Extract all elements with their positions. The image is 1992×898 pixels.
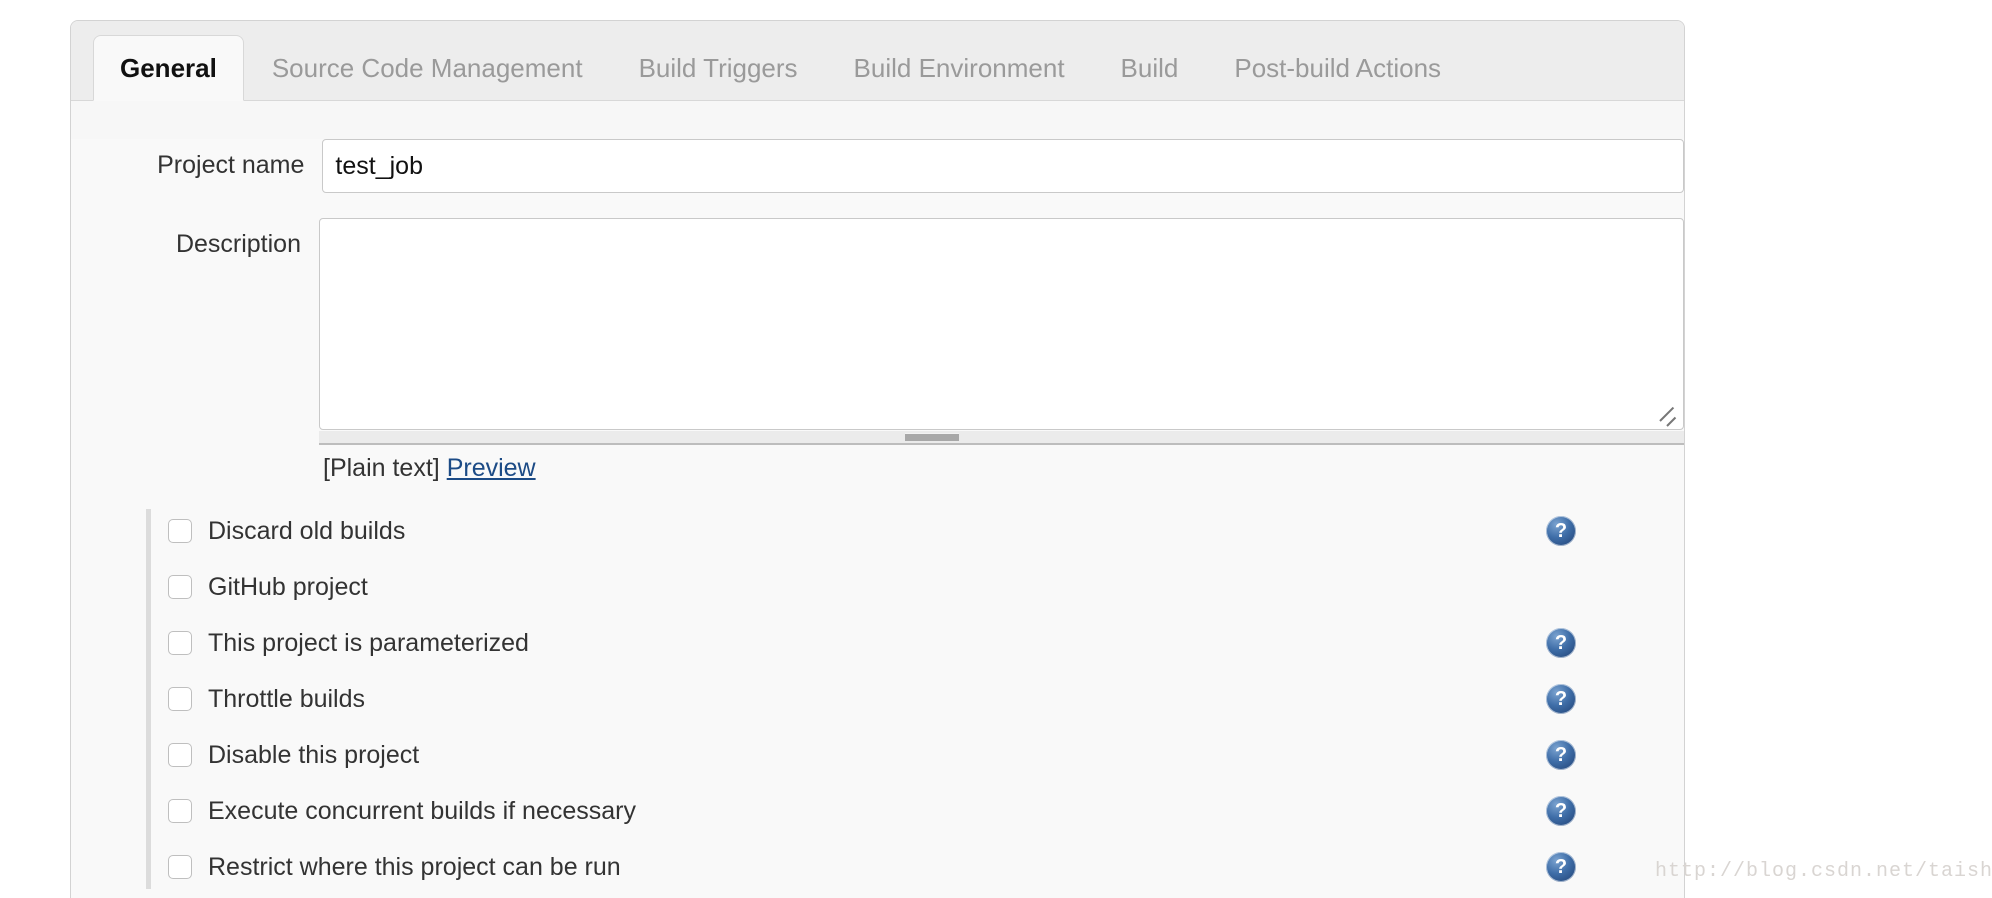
- tab-build-environment[interactable]: Build Environment: [826, 36, 1093, 100]
- checkbox-restrict-where-project-can-be-run[interactable]: [168, 855, 192, 879]
- description-row: Description: [71, 218, 1684, 445]
- tab-build[interactable]: Build: [1093, 36, 1207, 100]
- preview-link[interactable]: Preview: [447, 454, 536, 482]
- option-throttle-builds[interactable]: Throttle builds: [151, 677, 1686, 721]
- scrollbar-thumb[interactable]: [905, 433, 959, 441]
- plain-text-label: [Plain text]: [323, 454, 440, 482]
- checkbox-github-project[interactable]: [168, 575, 192, 599]
- option-label[interactable]: Throttle builds: [208, 685, 365, 714]
- general-tab-panel: Project name Description: [71, 139, 1684, 898]
- project-name-label: Project name: [157, 151, 305, 179]
- description-markup-line: [Plain text] Preview: [323, 454, 1684, 483]
- option-this-project-is-parameterized[interactable]: This project is parameterized: [151, 621, 1686, 665]
- tab-source-code-management[interactable]: Source Code Management: [244, 36, 611, 100]
- watermark-text: http://blog.csdn.net/taishanduba: [1655, 860, 1992, 883]
- help-icon[interactable]: [1546, 628, 1576, 658]
- option-github-project[interactable]: GitHub project: [151, 565, 1686, 609]
- checkbox-this-project-is-parameterized[interactable]: [168, 631, 192, 655]
- help-icon[interactable]: [1546, 684, 1576, 714]
- option-discard-old-builds[interactable]: Discard old builds: [151, 509, 1686, 553]
- description-textarea[interactable]: [319, 218, 1684, 430]
- tab-post-build-actions[interactable]: Post-build Actions: [1206, 36, 1469, 100]
- project-name-row: Project name: [71, 139, 1684, 193]
- option-label[interactable]: Disable this project: [208, 741, 419, 770]
- help-icon[interactable]: [1546, 852, 1576, 882]
- option-label[interactable]: This project is parameterized: [208, 629, 529, 658]
- project-name-input[interactable]: [322, 139, 1684, 193]
- description-label: Description: [175, 230, 301, 258]
- checkbox-throttle-builds[interactable]: [168, 687, 192, 711]
- option-label[interactable]: Restrict where this project can be run: [208, 853, 621, 882]
- option-execute-concurrent-builds[interactable]: Execute concurrent builds if necessary: [151, 789, 1686, 833]
- option-disable-this-project[interactable]: Disable this project: [151, 733, 1686, 777]
- config-tab-bar: General Source Code Management Build Tri…: [71, 21, 1684, 101]
- description-textarea-wrap: [319, 218, 1684, 445]
- option-label[interactable]: GitHub project: [208, 573, 368, 602]
- checkbox-discard-old-builds[interactable]: [168, 519, 192, 543]
- resize-grip-icon[interactable]: [1659, 406, 1679, 427]
- screenshot-root: General Source Code Management Build Tri…: [0, 0, 1992, 898]
- job-config-panel: General Source Code Management Build Tri…: [70, 20, 1685, 898]
- help-icon[interactable]: [1546, 516, 1576, 546]
- checkbox-disable-this-project[interactable]: [168, 743, 192, 767]
- checkbox-execute-concurrent-builds[interactable]: [168, 799, 192, 823]
- option-restrict-where-project-can-be-run[interactable]: Restrict where this project can be run: [151, 845, 1686, 889]
- help-icon[interactable]: [1546, 796, 1576, 826]
- general-options-group: Discard old builds GitHub project This p…: [146, 509, 1686, 889]
- option-label[interactable]: Execute concurrent builds if necessary: [208, 797, 636, 826]
- tab-general[interactable]: General: [93, 35, 244, 101]
- description-horizontal-scrollbar[interactable]: [319, 431, 1684, 445]
- tab-build-triggers[interactable]: Build Triggers: [611, 36, 826, 100]
- option-label[interactable]: Discard old builds: [208, 517, 405, 546]
- help-icon[interactable]: [1546, 740, 1576, 770]
